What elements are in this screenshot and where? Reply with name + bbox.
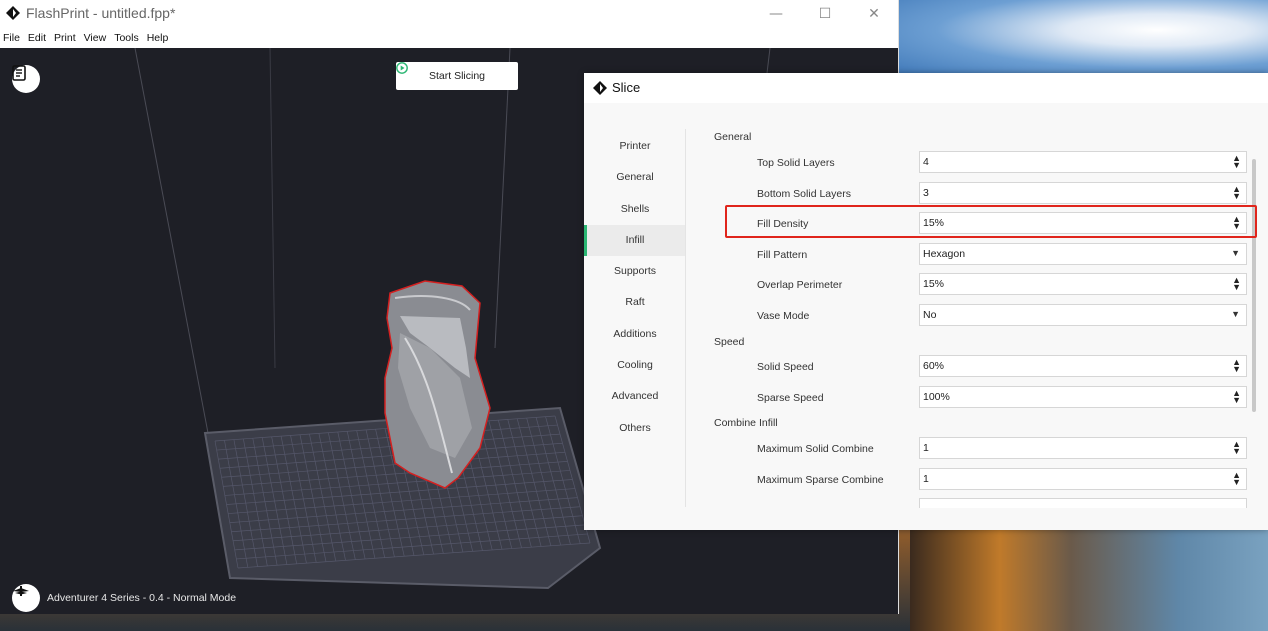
settings-sidebar: Printer General Shells Infill Supports R… bbox=[584, 131, 686, 444]
sidebar-item-advanced[interactable]: Advanced bbox=[584, 381, 686, 412]
section-general: General bbox=[714, 131, 752, 143]
spin-arrows-icon[interactable]: ▲ ▼ bbox=[1232, 440, 1241, 456]
max-sparse-combine-spinbox[interactable]: 1 ▲ ▼ bbox=[919, 468, 1247, 490]
desktop-sky bbox=[898, 0, 1268, 75]
solid-speed-spinbox[interactable]: 60% ▲ ▼ bbox=[919, 355, 1247, 377]
dialog-header: Slice bbox=[584, 73, 1268, 103]
vase-mode-label: Vase Mode bbox=[757, 310, 810, 322]
sidebar-item-raft[interactable]: Raft bbox=[584, 287, 686, 318]
bottom-solid-layers-label: Bottom Solid Layers bbox=[757, 188, 851, 200]
fill-pattern-label: Fill Pattern bbox=[757, 249, 808, 261]
spin-arrows-icon[interactable]: ▲ ▼ bbox=[1232, 185, 1241, 201]
spin-arrows-icon[interactable]: ▲ ▼ bbox=[1232, 389, 1241, 405]
top-solid-layers-label: Top Solid Layers bbox=[757, 157, 835, 169]
document-icon bbox=[12, 65, 26, 81]
fill-pattern-select[interactable]: Hexagon ▼ bbox=[919, 243, 1247, 265]
sidebar-item-cooling[interactable]: Cooling bbox=[584, 350, 686, 381]
dropdown-arrow-icon: ▼ bbox=[1231, 309, 1240, 319]
overlap-perimeter-spinbox[interactable]: 15% ▲ ▼ bbox=[919, 273, 1247, 295]
desktop-sea bbox=[910, 530, 1268, 631]
max-solid-combine-label: Maximum Solid Combine bbox=[757, 443, 874, 455]
spin-arrows-icon[interactable]: ▲ ▼ bbox=[1232, 358, 1241, 374]
printer-icon bbox=[13, 586, 29, 596]
spin-arrows-icon[interactable]: ▲ ▼ bbox=[1232, 154, 1241, 170]
status-bar: Adventurer 4 Series - 0.4 - Normal Mode bbox=[12, 584, 236, 612]
sidebar-item-supports[interactable]: Supports bbox=[584, 256, 686, 287]
sidebar-item-others[interactable]: Others bbox=[584, 413, 686, 444]
solid-speed-label: Solid Speed bbox=[757, 361, 814, 373]
sparse-speed-label: Sparse Speed bbox=[757, 392, 824, 404]
printer-button[interactable] bbox=[12, 584, 40, 612]
document-button[interactable] bbox=[12, 65, 40, 93]
menu-tools[interactable]: Tools bbox=[110, 30, 143, 46]
sidebar-item-printer[interactable]: Printer bbox=[584, 131, 686, 162]
menu-bar: File Edit Print View Tools Help bbox=[0, 30, 172, 46]
infill-settings: General Top Solid Layers 4 ▲ ▼ Bottom Sol… bbox=[686, 103, 1256, 530]
max-sparse-combine-label: Maximum Sparse Combine bbox=[757, 474, 884, 486]
section-combine-infill: Combine Infill bbox=[714, 417, 778, 429]
flashprint-logo-icon bbox=[593, 81, 607, 95]
minimize-button[interactable]: — bbox=[756, 2, 796, 26]
menu-file[interactable]: File bbox=[0, 30, 24, 46]
vase-mode-select[interactable]: No ▼ bbox=[919, 304, 1247, 326]
close-button[interactable]: ✕ bbox=[854, 2, 894, 26]
next-setting-field[interactable] bbox=[919, 498, 1247, 508]
fill-density-highlight bbox=[725, 205, 1257, 238]
dropdown-arrow-icon: ▼ bbox=[1231, 248, 1240, 258]
spin-arrows-icon[interactable]: ▲ ▼ bbox=[1232, 471, 1241, 487]
bottom-solid-layers-spinbox[interactable]: 3 ▲ ▼ bbox=[919, 182, 1247, 204]
spin-arrows-icon[interactable]: ▲ ▼ bbox=[1232, 276, 1241, 292]
section-speed: Speed bbox=[714, 336, 745, 348]
sparse-speed-spinbox[interactable]: 100% ▲ ▼ bbox=[919, 386, 1247, 408]
dialog-body: Printer General Shells Infill Supports R… bbox=[584, 103, 1268, 530]
window-title: FlashPrint - untitled.fpp* bbox=[26, 5, 176, 21]
play-icon bbox=[396, 62, 408, 74]
dialog-title: Slice bbox=[612, 80, 641, 95]
start-slicing-button[interactable]: Start Slicing bbox=[396, 62, 518, 90]
max-solid-combine-spinbox[interactable]: 1 ▲ ▼ bbox=[919, 437, 1247, 459]
sidebar-item-shells[interactable]: Shells bbox=[584, 194, 686, 225]
sidebar-item-general[interactable]: General bbox=[584, 162, 686, 193]
menu-view[interactable]: View bbox=[80, 30, 111, 46]
printer-status: Adventurer 4 Series - 0.4 - Normal Mode bbox=[47, 592, 237, 604]
menu-help[interactable]: Help bbox=[143, 30, 173, 46]
overlap-perimeter-label: Overlap Perimeter bbox=[757, 279, 843, 291]
menu-print[interactable]: Print bbox=[50, 30, 80, 46]
maximize-button[interactable]: ☐ bbox=[805, 2, 845, 26]
settings-scrollbar[interactable] bbox=[1252, 159, 1256, 412]
sidebar-item-additions[interactable]: Additions bbox=[584, 319, 686, 350]
flashprint-logo-icon bbox=[6, 6, 20, 20]
top-solid-layers-spinbox[interactable]: 4 ▲ ▼ bbox=[919, 151, 1247, 173]
start-slicing-label: Start Slicing bbox=[428, 70, 486, 82]
title-bar: FlashPrint - untitled.fpp* — ☐ ✕ bbox=[0, 0, 898, 28]
sidebar-item-infill[interactable]: Infill bbox=[584, 224, 686, 257]
menu-edit[interactable]: Edit bbox=[24, 30, 50, 46]
slice-dialog: Slice Printer General Shells Infill Supp… bbox=[584, 73, 1268, 530]
